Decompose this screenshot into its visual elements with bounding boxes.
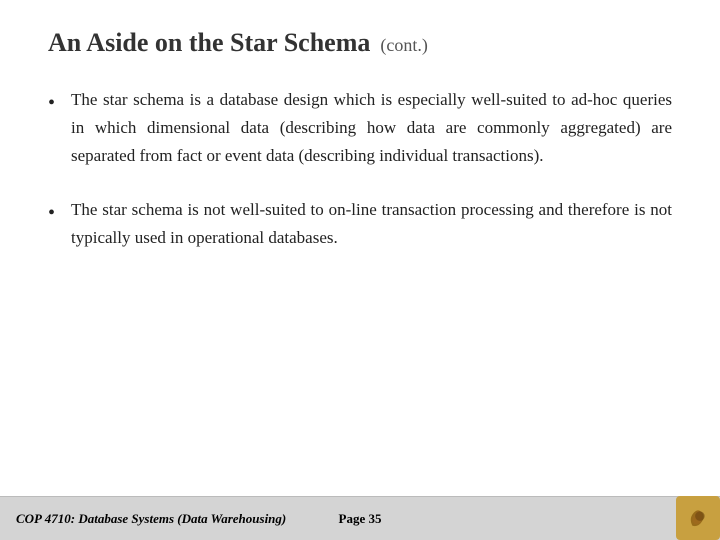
bullet-item-2: • The star schema is not well-suited to … [48,196,672,252]
bullet-dot-1: • [48,88,55,118]
bullet-text-1: The star schema is a database design whi… [71,86,672,170]
slide-title: An Aside on the Star Schema (cont.) [48,28,672,58]
bullet-text-2: The star schema is not well-suited to on… [71,196,672,252]
bullet-dot-2: • [48,198,55,228]
title-text: An Aside on the Star Schema [48,28,370,58]
bullet-list: • The star schema is a database design w… [48,86,672,252]
footer-page: Page 35 [339,511,382,527]
slide-content: An Aside on the Star Schema (cont.) • Th… [0,0,720,496]
footer-logo [676,496,720,540]
slide-footer: COP 4710: Database Systems (Data Warehou… [0,496,720,540]
bullet-item-1: • The star schema is a database design w… [48,86,672,170]
title-cont: (cont.) [380,35,427,56]
slide-container: An Aside on the Star Schema (cont.) • Th… [0,0,720,540]
